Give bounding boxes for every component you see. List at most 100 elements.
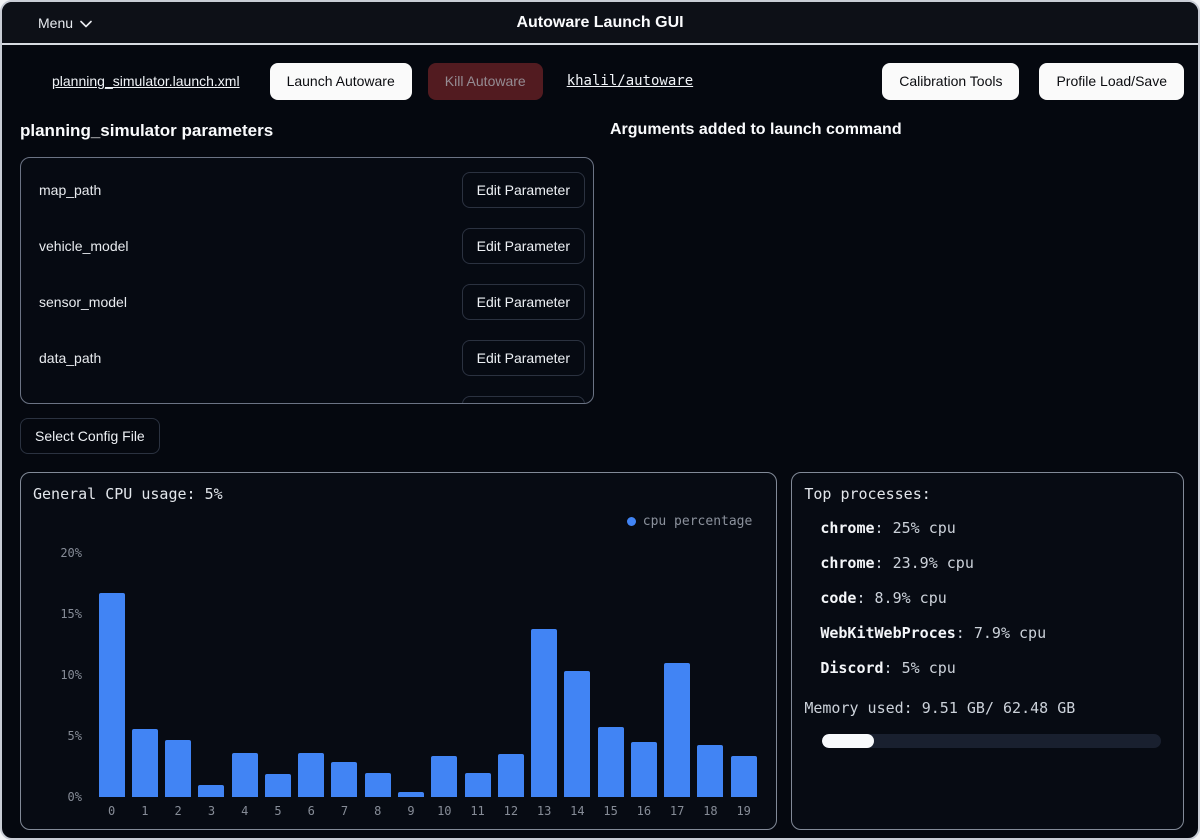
cpu-chart-bars: 0%5%10%15%20% xyxy=(95,547,760,797)
process-item: WebKitWebProces: 7.9% cpu xyxy=(820,624,1171,642)
title-bar: Menu Autoware Launch GUI xyxy=(2,2,1198,45)
cpu-bar xyxy=(531,629,557,797)
y-tick-label: 15% xyxy=(38,607,82,621)
x-tick-label: 8 xyxy=(361,804,394,818)
kill-autoware-button[interactable]: Kill Autoware xyxy=(428,63,543,100)
parameter-row: sensor_model Edit Parameter xyxy=(39,284,585,320)
x-tick-label: 7 xyxy=(328,804,361,818)
edit-parameter-button[interactable]: Edit Parameter xyxy=(462,284,585,320)
cpu-bar xyxy=(398,792,424,797)
repo-link[interactable]: khalil/autoware xyxy=(567,73,693,89)
parameters-card: map_path Edit Parameter vehicle_model Edit … xyxy=(20,157,594,404)
x-tick-label: 19 xyxy=(727,804,760,818)
cpu-bar xyxy=(465,773,491,797)
cpu-usage-title: General CPU usage: 5% xyxy=(33,485,764,503)
bar-slot xyxy=(128,547,161,797)
bar-slot xyxy=(494,547,527,797)
launch-file-link[interactable]: planning_simulator.launch.xml xyxy=(52,73,240,89)
app-window: Menu Autoware Launch GUI planning_simula… xyxy=(0,0,1200,840)
cpu-bar xyxy=(697,745,723,797)
bottom-panels: General CPU usage: 5% cpu percentage 0%5… xyxy=(2,454,1198,830)
cpu-bar xyxy=(132,729,158,797)
cpu-bar xyxy=(165,740,191,797)
parameter-name: vehicle_model xyxy=(39,238,129,254)
y-tick-label: 20% xyxy=(38,546,82,560)
toolbar-right-group: Calibration Tools Profile Load/Save xyxy=(882,63,1184,100)
top-processes-title: Top processes: xyxy=(804,485,1171,503)
process-name: code xyxy=(820,589,856,607)
x-tick-label: 1 xyxy=(128,804,161,818)
cpu-bar xyxy=(298,753,324,797)
app-title: Autoware Launch GUI xyxy=(2,14,1198,32)
edit-parameter-button[interactable]: Edit Parameter xyxy=(462,340,585,376)
cpu-chart-xlabels: 012345678910111213141516171819 xyxy=(95,804,760,818)
parameter-name: map_path xyxy=(39,182,101,198)
cpu-bar xyxy=(731,756,757,797)
bar-slot xyxy=(428,547,461,797)
bar-slot xyxy=(295,547,328,797)
cpu-bar xyxy=(598,727,624,797)
cpu-bar xyxy=(498,754,524,797)
bar-slot xyxy=(527,547,560,797)
bar-slot xyxy=(261,547,294,797)
bar-slot xyxy=(661,547,694,797)
parameters-heading: planning_simulator parameters xyxy=(20,121,594,141)
bar-slot xyxy=(95,547,128,797)
profile-load-save-button[interactable]: Profile Load/Save xyxy=(1039,63,1184,100)
bar-slot xyxy=(162,547,195,797)
edit-parameter-button[interactable]: Edit Parameter xyxy=(462,228,585,264)
toolbar: planning_simulator.launch.xml Launch Aut… xyxy=(2,45,1198,99)
x-tick-label: 12 xyxy=(494,804,527,818)
edit-parameter-button[interactable]: Edit Parameter xyxy=(462,396,585,404)
parameter-row: vehicle_model Edit Parameter xyxy=(39,228,585,264)
select-config-file-button[interactable]: Select Config File xyxy=(20,418,160,454)
legend-dot-icon xyxy=(627,517,636,526)
process-item: chrome: 23.9% cpu xyxy=(820,554,1171,572)
y-tick-label: 0% xyxy=(38,790,82,804)
launch-autoware-button[interactable]: Launch Autoware xyxy=(270,63,412,100)
cpu-bar xyxy=(365,773,391,797)
bar-slot xyxy=(361,547,394,797)
x-tick-label: 6 xyxy=(295,804,328,818)
memory-progress-bar xyxy=(822,734,1161,748)
bar-slot xyxy=(594,547,627,797)
process-name: WebKitWebProces xyxy=(820,624,955,642)
cpu-bar xyxy=(664,663,690,797)
x-tick-label: 13 xyxy=(527,804,560,818)
x-tick-label: 3 xyxy=(195,804,228,818)
memory-used-label: Memory used: 9.51 GB/ 62.48 GB xyxy=(804,699,1171,717)
cpu-chart: 0%5%10%15%20% 01234567891011121314151617… xyxy=(95,547,760,818)
edit-parameter-button[interactable]: Edit Parameter xyxy=(462,172,585,208)
parameter-name: sensor_model xyxy=(39,294,127,310)
x-tick-label: 11 xyxy=(461,804,494,818)
chart-legend: cpu percentage xyxy=(33,514,752,529)
parameter-row: Edit Parameter xyxy=(39,396,585,404)
process-list: chrome: 25% cpuchrome: 23.9% cpucode: 8.… xyxy=(820,519,1171,677)
legend-label: cpu percentage xyxy=(643,514,753,529)
process-name: chrome xyxy=(820,519,874,537)
parameter-name: data_path xyxy=(39,350,101,366)
cpu-bar xyxy=(99,593,125,797)
y-tick-label: 5% xyxy=(38,729,82,743)
cpu-bar xyxy=(431,756,457,797)
memory-progress-fill xyxy=(822,734,873,748)
x-tick-label: 9 xyxy=(394,804,427,818)
x-tick-label: 15 xyxy=(594,804,627,818)
cpu-bar xyxy=(331,762,357,797)
bar-slot xyxy=(328,547,361,797)
process-item: Discord: 5% cpu xyxy=(820,659,1171,677)
cpu-bar xyxy=(232,753,258,797)
cpu-bar xyxy=(265,774,291,797)
cpu-bar xyxy=(198,785,224,797)
bar-slot xyxy=(627,547,660,797)
parameter-row: map_path Edit Parameter xyxy=(39,172,585,208)
bar-slot xyxy=(195,547,228,797)
process-item: code: 8.9% cpu xyxy=(820,589,1171,607)
cpu-bar xyxy=(564,671,590,797)
y-tick-label: 10% xyxy=(38,668,82,682)
x-tick-label: 5 xyxy=(261,804,294,818)
x-tick-label: 18 xyxy=(694,804,727,818)
x-tick-label: 0 xyxy=(95,804,128,818)
calibration-tools-button[interactable]: Calibration Tools xyxy=(882,63,1019,100)
x-tick-label: 17 xyxy=(661,804,694,818)
